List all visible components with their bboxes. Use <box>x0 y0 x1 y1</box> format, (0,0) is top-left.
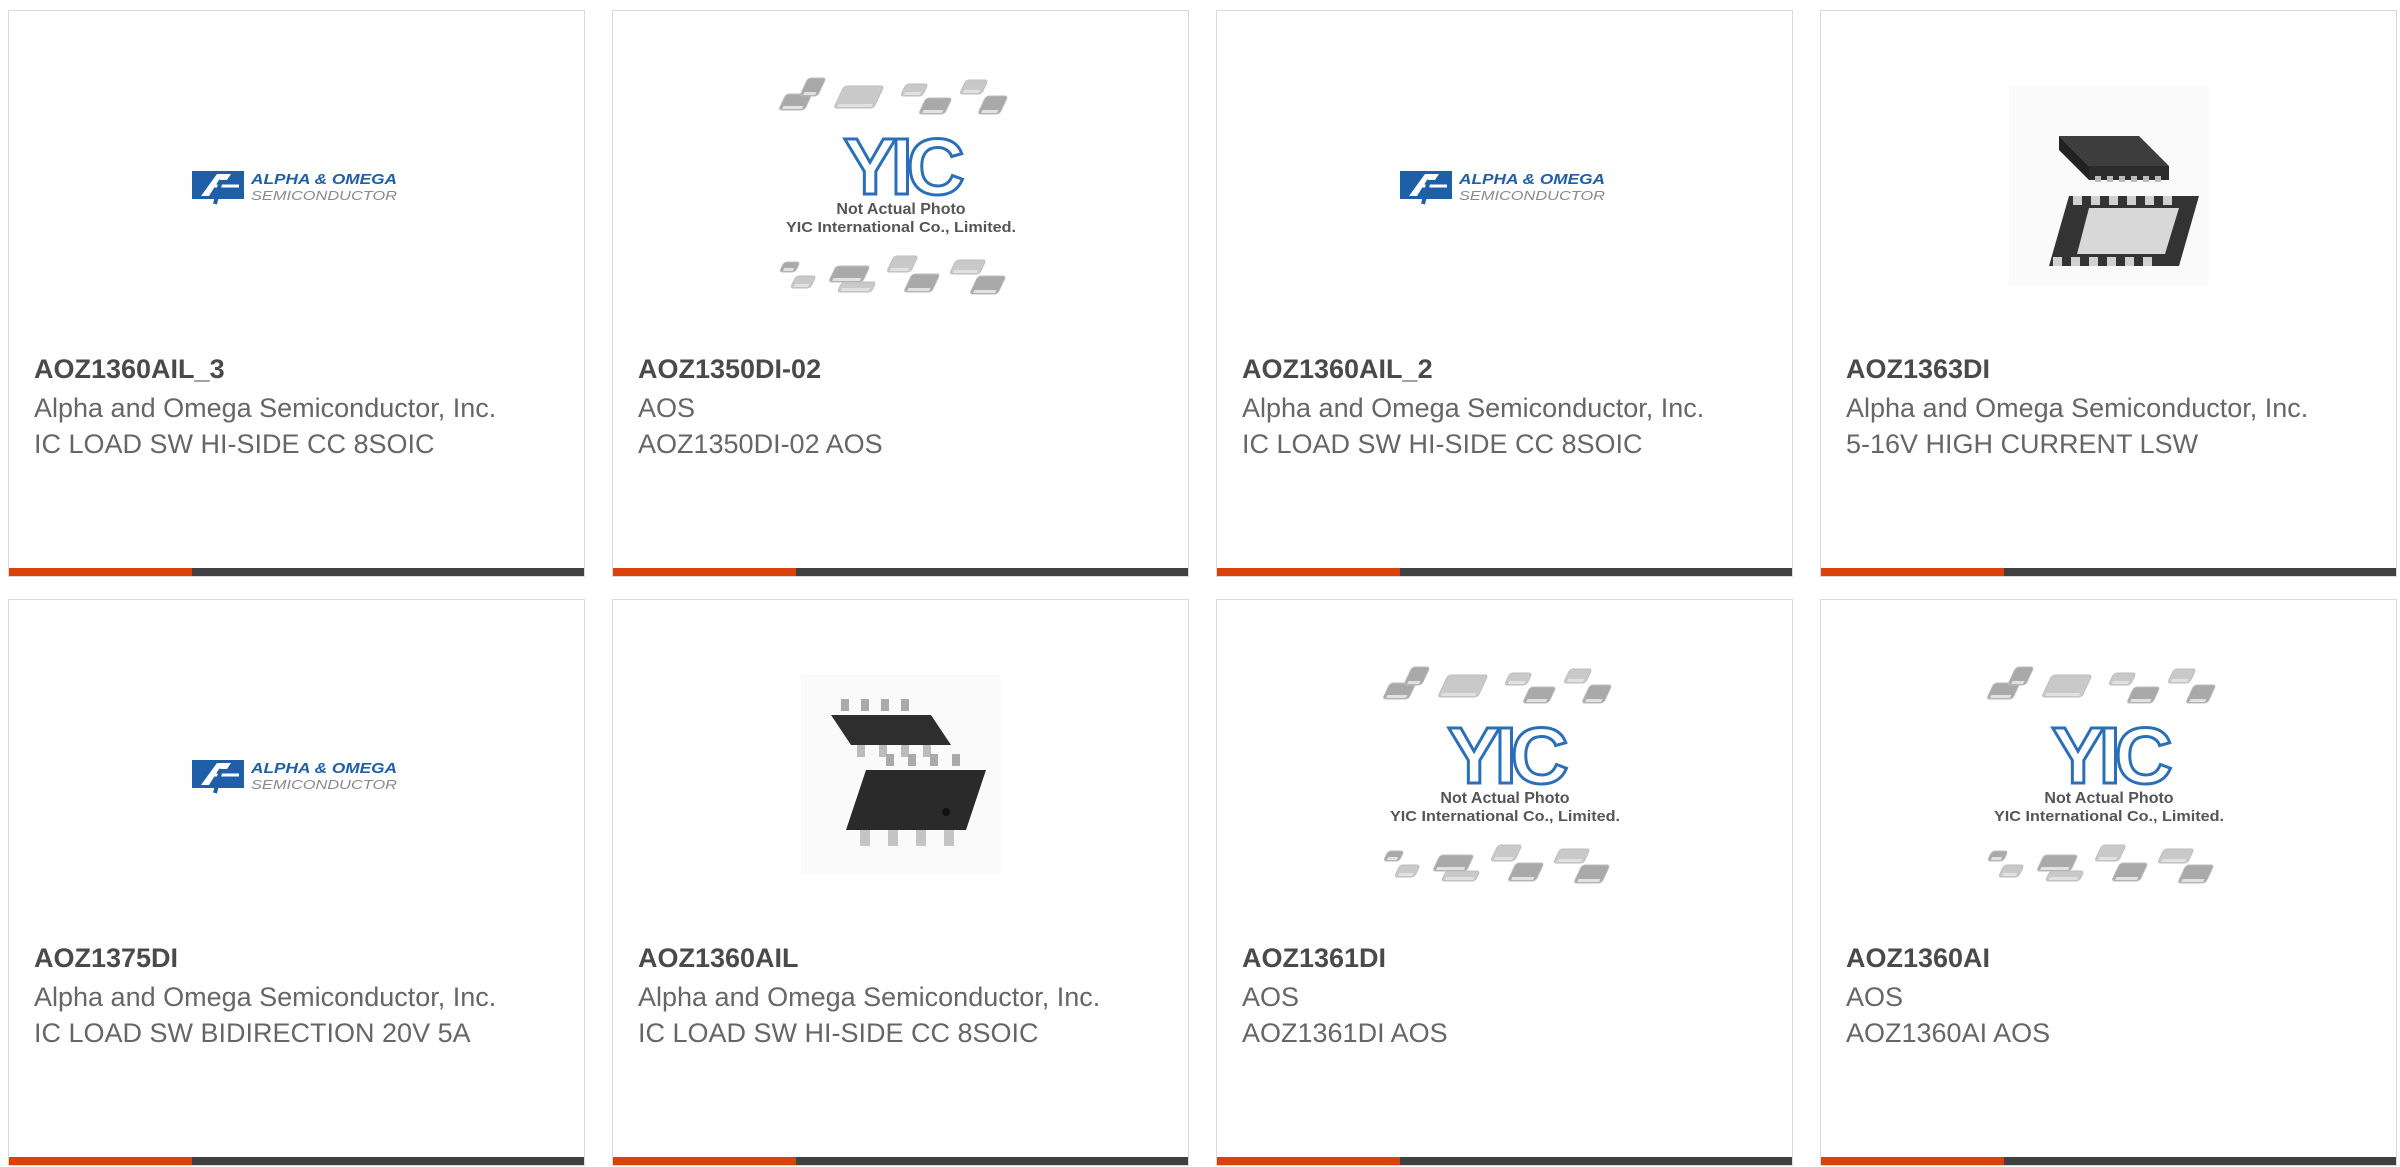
card-accent-bar <box>1217 568 1400 576</box>
manufacturer-label: AOS <box>638 393 696 423</box>
manufacturer-label: AOS <box>1846 982 1904 1012</box>
product-info: Alpha and Omega Semiconductor, Inc. IC L… <box>1242 390 1722 462</box>
chip-packages-top-icon <box>1986 666 2215 704</box>
chip-packages-bottom-icon <box>779 255 1005 295</box>
description-label: IC LOAD SW HI-SIDE CC 8SOIC <box>34 429 435 459</box>
product-info: Alpha and Omega Semiconductor, Inc. IC L… <box>34 390 514 462</box>
product-image[interactable] <box>1821 66 2396 306</box>
card-accent-bar <box>1821 568 2004 576</box>
part-number-link[interactable]: AOZ1363DI <box>1846 354 1990 385</box>
product-card[interactable]: YIC Not Actual Photo YIC International C… <box>1820 599 2397 1166</box>
card-bottom-bar <box>613 568 1188 576</box>
product-card[interactable]: ALPHA & OMEGA SEMICONDUCTOR AOZ1360AIL_2… <box>1216 10 1793 577</box>
product-image[interactable]: ALPHA & OMEGA SEMICONDUCTOR <box>9 655 584 895</box>
product-card[interactable]: YIC Not Actual Photo YIC International C… <box>612 10 1189 577</box>
chip-packages-bottom-icon <box>1987 844 2213 884</box>
svg-text:SEMICONDUCTOR: SEMICONDUCTOR <box>251 777 397 792</box>
product-card[interactable]: ALPHA & OMEGA SEMICONDUCTOR AOZ1360AIL_3… <box>8 10 585 577</box>
product-info: AOS AOZ1360AI AOS <box>1846 979 2326 1051</box>
manufacturer-label: Alpha and Omega Semiconductor, Inc. <box>1846 393 2309 423</box>
product-grid: ALPHA & OMEGA SEMICONDUCTOR AOZ1360AIL_3… <box>8 10 2400 1167</box>
yic-company-label: YIC International Co., Limited. <box>1994 808 2224 825</box>
card-bottom-bar <box>9 568 584 576</box>
part-number-link[interactable]: AOZ1360AI <box>1846 943 1990 974</box>
product-info: AOS AOZ1361DI AOS <box>1242 979 1722 1051</box>
yic-logo-icon: YIC <box>841 121 970 213</box>
product-image[interactable] <box>613 655 1188 895</box>
description-label: AOZ1350DI-02 AOS <box>638 429 883 459</box>
product-image[interactable]: ALPHA & OMEGA SEMICONDUCTOR <box>9 66 584 306</box>
part-number-link[interactable]: AOZ1360AIL_2 <box>1242 354 1433 385</box>
svg-text:SEMICONDUCTOR: SEMICONDUCTOR <box>251 188 397 203</box>
description-label: AOZ1360AI AOS <box>1846 1018 2051 1048</box>
part-number-link[interactable]: AOZ1360AIL <box>638 943 799 974</box>
chip-packages-top-icon <box>1382 666 1611 704</box>
chip-packages-bottom-icon <box>1383 844 1609 884</box>
part-number-link[interactable]: AOZ1375DI <box>34 943 178 974</box>
not-actual-photo-label: Not Actual Photo <box>1440 790 1569 807</box>
card-accent-bar <box>613 568 796 576</box>
svg-text:ALPHA & OMEGA: ALPHA & OMEGA <box>249 760 396 777</box>
card-bottom-bar <box>9 1157 584 1165</box>
card-bottom-bar <box>613 1157 1188 1165</box>
card-accent-bar <box>1821 1157 2004 1165</box>
card-accent-bar <box>613 1157 796 1165</box>
manufacturer-label: Alpha and Omega Semiconductor, Inc. <box>34 393 497 423</box>
description-label: IC LOAD SW BIDIRECTION 20V 5A <box>34 1018 471 1048</box>
card-accent-bar <box>1217 1157 1400 1165</box>
manufacturer-label: Alpha and Omega Semiconductor, Inc. <box>1242 393 1705 423</box>
yic-placeholder-image: YIC Not Actual Photo YIC International C… <box>778 77 1016 295</box>
alpha-omega-logo-icon: ALPHA & OMEGA SEMICONDUCTOR <box>191 760 397 794</box>
description-label: IC LOAD SW HI-SIDE CC 8SOIC <box>638 1018 1039 1048</box>
yic-company-label: YIC International Co., Limited. <box>786 219 1016 236</box>
alpha-omega-logo-icon: ALPHA & OMEGA SEMICONDUCTOR <box>1399 171 1605 205</box>
manufacturer-label: AOS <box>1242 982 1300 1012</box>
manufacturer-label: Alpha and Omega Semiconductor, Inc. <box>34 982 497 1012</box>
chip-packages-top-icon <box>778 77 1007 115</box>
dfn-package-image <box>2008 86 2209 286</box>
part-number-link[interactable]: AOZ1350DI-02 <box>638 354 821 385</box>
soic-package-image <box>800 675 1001 875</box>
svg-text:ALPHA & OMEGA: ALPHA & OMEGA <box>1457 171 1604 188</box>
yic-company-label: YIC International Co., Limited. <box>1390 808 1620 825</box>
card-bottom-bar <box>1217 568 1792 576</box>
manufacturer-label: Alpha and Omega Semiconductor, Inc. <box>638 982 1101 1012</box>
svg-text:ALPHA & OMEGA: ALPHA & OMEGA <box>249 171 396 188</box>
product-info: Alpha and Omega Semiconductor, Inc. IC L… <box>638 979 1118 1051</box>
product-card[interactable]: AOZ1363DI Alpha and Omega Semiconductor,… <box>1820 10 2397 577</box>
yic-placeholder-image: YIC Not Actual Photo YIC International C… <box>1382 666 1620 884</box>
product-card[interactable]: ALPHA & OMEGA SEMICONDUCTOR AOZ1375DI Al… <box>8 599 585 1166</box>
description-label: 5-16V HIGH CURRENT LSW <box>1846 429 2199 459</box>
not-actual-photo-label: Not Actual Photo <box>2044 790 2173 807</box>
card-bottom-bar <box>1821 568 2396 576</box>
product-info: Alpha and Omega Semiconductor, Inc. 5-16… <box>1846 390 2326 462</box>
description-label: IC LOAD SW HI-SIDE CC 8SOIC <box>1242 429 1643 459</box>
product-info: Alpha and Omega Semiconductor, Inc. IC L… <box>34 979 514 1051</box>
product-card[interactable]: AOZ1360AIL Alpha and Omega Semiconductor… <box>612 599 1189 1166</box>
card-bottom-bar <box>1821 1157 2396 1165</box>
product-info: AOS AOZ1350DI-02 AOS <box>638 390 1118 462</box>
part-number-link[interactable]: AOZ1361DI <box>1242 943 1386 974</box>
product-card[interactable]: YIC Not Actual Photo YIC International C… <box>1216 599 1793 1166</box>
svg-text:SEMICONDUCTOR: SEMICONDUCTOR <box>1459 188 1605 203</box>
yic-placeholder-image: YIC Not Actual Photo YIC International C… <box>1986 666 2224 884</box>
product-image[interactable]: YIC Not Actual Photo YIC International C… <box>613 66 1188 306</box>
card-bottom-bar <box>1217 1157 1792 1165</box>
product-image[interactable]: YIC Not Actual Photo YIC International C… <box>1217 655 1792 895</box>
product-image[interactable]: YIC Not Actual Photo YIC International C… <box>1821 655 2396 895</box>
part-number-link[interactable]: AOZ1360AIL_3 <box>34 354 225 385</box>
alpha-omega-logo-icon: ALPHA & OMEGA SEMICONDUCTOR <box>191 171 397 205</box>
svg-text:YIC: YIC <box>843 122 963 211</box>
svg-text:YIC: YIC <box>1447 711 1567 800</box>
yic-logo-icon: YIC <box>1445 710 1574 802</box>
yic-logo-icon: YIC <box>2049 710 2178 802</box>
card-accent-bar <box>9 1157 192 1165</box>
product-image[interactable]: ALPHA & OMEGA SEMICONDUCTOR <box>1217 66 1792 306</box>
not-actual-photo-label: Not Actual Photo <box>836 201 965 218</box>
description-label: AOZ1361DI AOS <box>1242 1018 1448 1048</box>
card-accent-bar <box>9 568 192 576</box>
svg-text:YIC: YIC <box>2051 711 2171 800</box>
